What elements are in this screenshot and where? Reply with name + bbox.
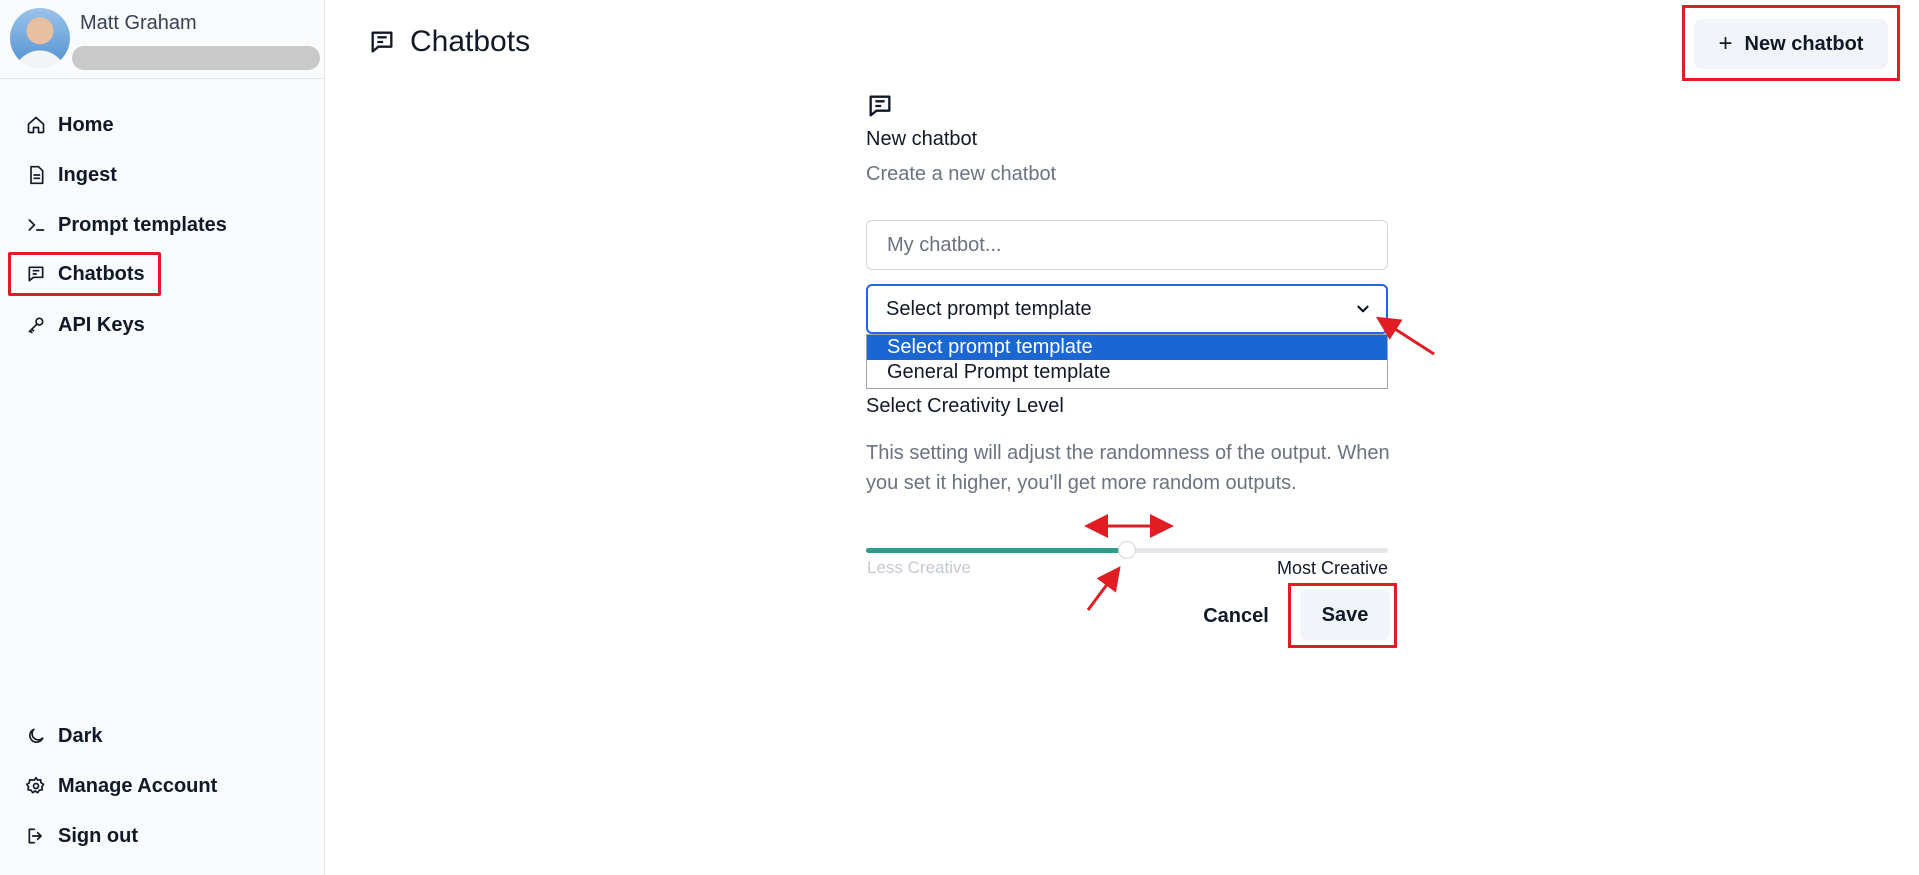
moon-icon: [29, 728, 44, 743]
creativity-description: This setting will adjust the randomness …: [866, 442, 1390, 494]
slider-thumb[interactable]: [1118, 541, 1136, 559]
sidebar-item-sign-out[interactable]: Sign out: [8, 814, 138, 858]
chat-icon: [371, 31, 393, 53]
terminal-icon: [28, 219, 45, 231]
new-chatbot-button[interactable]: + New chatbot: [1694, 19, 1888, 69]
annotation-arrow: [1086, 566, 1121, 611]
prompt-template-dropdown: Select prompt template General Prompt te…: [866, 334, 1388, 389]
sidebar-item-label: Dark: [58, 724, 103, 747]
creativity-label: Select Creativity Level: [866, 395, 1064, 417]
slider-fill: [866, 548, 1127, 553]
sidebar-item-label: Sign out: [58, 824, 138, 847]
chatbot-name-input[interactable]: [866, 220, 1388, 270]
divider: [0, 78, 325, 79]
page-header: Chatbots: [368, 25, 530, 59]
key-icon: [28, 317, 44, 334]
gear-icon: [26, 776, 45, 794]
chevron-down-icon: [1357, 305, 1369, 313]
form-subtitle: Create a new chatbot: [866, 163, 1057, 185]
user-profile[interactable]: Matt Graham: [10, 8, 320, 70]
chat-icon: [869, 95, 891, 117]
new-chatbot-label: New chatbot: [1744, 32, 1864, 55]
home-icon: [27, 116, 45, 134]
annotation-arrow: [1375, 316, 1435, 356]
select-value: Select prompt template: [886, 297, 1092, 320]
cancel-button[interactable]: Cancel: [1192, 596, 1280, 636]
avatar: [10, 8, 70, 68]
sidebar-item-home[interactable]: Home: [8, 103, 114, 147]
sidebar-item-chatbots[interactable]: Chatbots: [8, 252, 161, 296]
chat-icon: [28, 266, 44, 282]
sidebar: Matt Graham Home Ingest Prompt templates…: [0, 0, 325, 875]
redacted-email: [72, 46, 320, 70]
slider-max-label: Most Creative: [1276, 558, 1388, 578]
page-title: Chatbots: [410, 25, 531, 58]
sidebar-item-label: Chatbots: [58, 262, 145, 285]
sidebar-item-ingest[interactable]: Ingest: [8, 153, 117, 197]
sidebar-item-label: Manage Account: [58, 774, 218, 797]
user-name: Matt Graham: [80, 12, 197, 34]
form-title: New chatbot: [866, 128, 978, 150]
sidebar-item-label: API Keys: [58, 313, 145, 336]
sidebar-item-prompt-templates[interactable]: Prompt templates: [8, 203, 227, 247]
plus-icon: +: [1718, 30, 1733, 57]
sidebar-item-label: Home: [58, 113, 114, 136]
prompt-template-select[interactable]: Select prompt template: [866, 284, 1388, 334]
creativity-slider[interactable]: [866, 541, 1388, 559]
sign-out-icon: [28, 828, 42, 844]
sidebar-item-label: Prompt templates: [58, 213, 227, 236]
sidebar-item-api-keys[interactable]: API Keys: [8, 303, 145, 347]
dropdown-option[interactable]: Select prompt template: [867, 335, 1387, 360]
sidebar-item-dark-mode[interactable]: Dark: [8, 714, 102, 758]
document-icon: [30, 165, 44, 185]
sidebar-item-label: Ingest: [58, 163, 117, 186]
sidebar-item-manage-account[interactable]: Manage Account: [8, 764, 217, 808]
dropdown-option[interactable]: General Prompt template: [867, 360, 1387, 385]
slider-min-label: Less Creative: [867, 558, 971, 577]
save-button[interactable]: Save: [1300, 590, 1390, 640]
